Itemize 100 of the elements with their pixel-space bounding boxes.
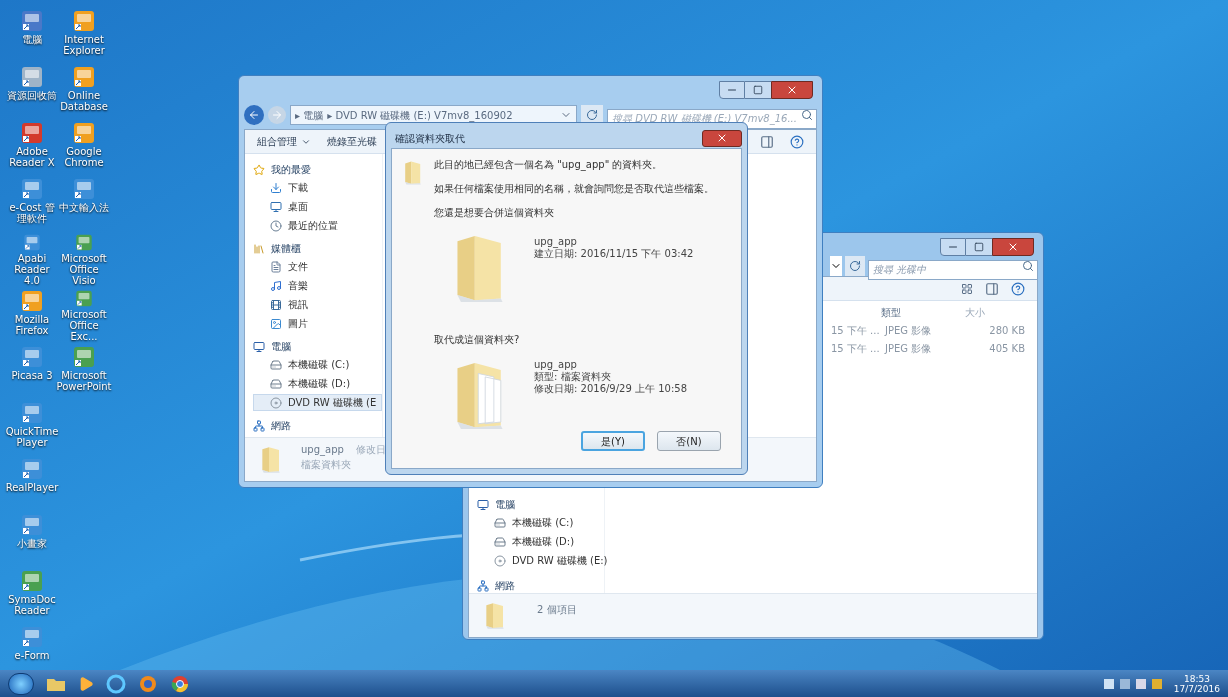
maximize-icon <box>974 242 984 252</box>
nav-group[interactable]: 電腦 <box>477 497 604 512</box>
desktop-shortcut[interactable]: Mozilla Firefox <box>6 286 58 342</box>
library-icon <box>253 242 265 255</box>
desktop-shortcut[interactable]: 電腦 <box>6 6 58 62</box>
refresh-button[interactable] <box>845 256 865 276</box>
dialog-button[interactable]: 否(N) <box>657 431 721 451</box>
desktop-shortcut[interactable]: Microsoft PowerPoint <box>58 342 110 398</box>
nav-item[interactable]: DVD RW 磁碟機 (E <box>253 394 382 411</box>
folder-info: 建立日期: 2016/11/15 下午 03:42 <box>534 248 694 260</box>
nav-item[interactable]: 最近的位置 <box>253 217 382 234</box>
nav-group[interactable]: 電腦 <box>253 339 382 354</box>
nav-item[interactable]: 本機磁碟 (D:) <box>477 533 604 550</box>
dropdown-button[interactable] <box>830 256 842 276</box>
column-header[interactable]: 類型 <box>881 305 965 320</box>
desktop-shortcut[interactable]: Microsoft Office Visio <box>58 230 110 286</box>
nav-item[interactable]: 文件 <box>253 258 382 275</box>
nav-item[interactable]: 本機磁碟 (C:) <box>477 514 604 531</box>
minimize-button[interactable] <box>940 238 966 256</box>
dialog-title: 確認資料夾取代 <box>395 131 465 146</box>
nav-item[interactable]: 圖片 <box>253 315 382 332</box>
app-icon <box>21 290 43 312</box>
search-icon <box>1022 260 1034 272</box>
dvd-icon <box>270 396 282 409</box>
desktop-shortcut[interactable]: e-Cost 管理軟件 <box>6 174 58 230</box>
item-type: 檔案資料夾 <box>301 458 352 472</box>
search-field[interactable]: 搜尋 光碟中 <box>868 259 1038 280</box>
preview-pane-icon[interactable] <box>985 281 999 296</box>
preview-pane-icon[interactable] <box>760 134 774 149</box>
message-text: 您還是想要合併這個資料夾 <box>434 206 555 220</box>
nav-item[interactable]: 下載 <box>253 179 382 196</box>
app-icon <box>21 402 43 424</box>
desktop-shortcut[interactable]: Internet Explorer <box>58 6 110 62</box>
refresh-button[interactable] <box>581 105 603 125</box>
folder-icon <box>485 601 505 630</box>
minimize-button[interactable] <box>719 81 745 99</box>
message-text: 如果任何檔案使用相同的名稱，就會詢問您是否取代這些檔案。 <box>434 182 714 196</box>
folder-info: 修改日期: 2016/9/29 上午 10:58 <box>534 383 687 395</box>
nav-group[interactable]: 網路 <box>253 418 382 433</box>
forward-arrow-icon <box>271 109 283 121</box>
app-icon <box>73 178 95 200</box>
computer-icon <box>253 340 265 353</box>
toolbar-button[interactable]: 組合管理 <box>257 134 311 149</box>
app-icon <box>21 626 43 648</box>
app-icon <box>73 234 95 251</box>
favorites-icon <box>253 163 265 176</box>
help-icon[interactable] <box>790 134 804 149</box>
globe-icon[interactable] <box>138 673 158 694</box>
address-bar[interactable]: ▸ 電腦 ▸ DVD RW 磁碟機 (E:) V7mv8_160902 <box>290 105 577 125</box>
network-icon <box>253 419 265 432</box>
clock[interactable]: 18:53 17/7/2016 <box>1173 673 1220 694</box>
item-name: upg_app <box>301 443 344 457</box>
app-icon <box>21 458 43 480</box>
dialog-button[interactable]: 是(Y) <box>581 431 645 451</box>
desktop-shortcut[interactable]: 資源回收筒 <box>6 62 58 118</box>
nav-item[interactable]: 本機磁碟 (C:) <box>253 356 382 373</box>
desktop-shortcut[interactable]: 中文輸入法 <box>58 174 110 230</box>
close-button[interactable] <box>992 238 1034 256</box>
app-icon <box>73 290 95 307</box>
play-icon[interactable] <box>78 675 94 692</box>
table-cell-text: JPEG 影像 <box>883 342 933 356</box>
system-tray-icons[interactable] <box>1103 678 1162 689</box>
desktop-shortcut[interactable]: Online Database <box>58 62 110 118</box>
table-cell-text: 15 下午 ... <box>831 342 881 356</box>
start-button[interactable] <box>8 672 34 695</box>
back-button[interactable] <box>244 105 264 125</box>
table-cell-text: 280 KB <box>988 324 1025 338</box>
view-icon[interactable] <box>961 282 973 295</box>
table-cell-text: 405 KB <box>988 342 1025 356</box>
help-icon[interactable] <box>1011 281 1025 296</box>
table-cell-text: 15 下午 ... <box>831 324 881 338</box>
question-text: 取代成這個資料夾? <box>433 333 521 347</box>
desktop-shortcut[interactable]: Adobe Reader X <box>6 118 58 174</box>
toolbar-button[interactable]: 燒錄至光碟 <box>327 134 377 149</box>
nav-item[interactable]: 音樂 <box>253 277 382 294</box>
pictures-icon <box>270 317 282 330</box>
app-icon <box>21 346 43 368</box>
maximize-button[interactable] <box>966 238 992 256</box>
folder-icon <box>261 444 281 475</box>
close-button[interactable] <box>702 129 742 147</box>
nav-item[interactable]: 本機磁碟 (D:) <box>253 375 382 392</box>
nav-item[interactable]: 視訊 <box>253 296 382 313</box>
refresh-icon <box>849 260 861 272</box>
desktop-shortcut[interactable]: Microsoft Office Exc... <box>58 286 110 342</box>
app-icon <box>21 122 43 144</box>
nav-group[interactable]: 我的最愛 <box>253 162 382 177</box>
nav-item[interactable]: 桌面 <box>253 198 382 215</box>
nav-group[interactable]: 網路 <box>477 578 604 593</box>
desktop-shortcut[interactable]: Google Chrome <box>58 118 110 174</box>
close-icon <box>786 84 798 96</box>
close-button[interactable] <box>771 81 813 99</box>
nav-group[interactable]: 媒體櫃 <box>253 241 382 256</box>
desktop-shortcut[interactable]: QuickTime Player <box>6 398 58 454</box>
maximize-button[interactable] <box>745 81 771 99</box>
back-arrow-icon <box>248 109 260 121</box>
globe-icon[interactable] <box>106 673 126 694</box>
desktop-shortcut[interactable]: Picasa 3 <box>6 342 58 398</box>
chrome-like-icon[interactable] <box>170 673 190 694</box>
desktop-shortcut[interactable]: Apabi Reader 4.0 <box>6 230 58 286</box>
recent-icon <box>270 219 282 232</box>
